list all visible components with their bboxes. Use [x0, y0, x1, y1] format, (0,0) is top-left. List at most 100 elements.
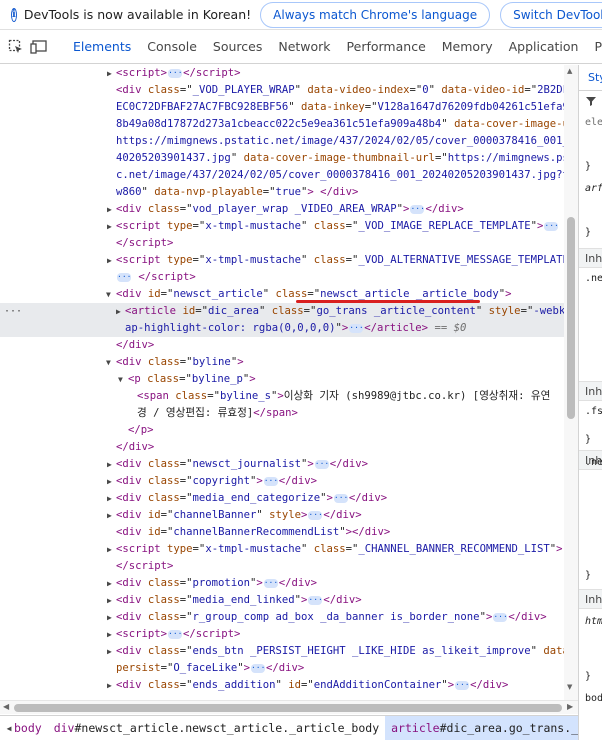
dom-tree-horizontal-scrollbar[interactable]: ◀ ▶	[0, 700, 578, 714]
dom-line: EC0C72DFBAF27AC7FBC928EBF56" data-inkey=…	[116, 101, 578, 113]
dom-line: </div>	[116, 339, 155, 351]
breadcrumb-item-article[interactable]: article#dic_area.go_trans._article_conte…	[385, 716, 578, 740]
dom-node-ends-btn[interactable]: ▶ <div class="ends_btn _PERSIST_HEIGHT _L…	[0, 643, 575, 660]
dom-line: ··· </script>	[117, 271, 196, 283]
style-selector: arf	[585, 183, 602, 194]
style-brace: }	[585, 434, 592, 445]
dom-line: persist="O_faceLike">···</div>	[116, 662, 305, 674]
style-brace: }	[585, 227, 592, 238]
collapsed-content-icon[interactable]: ···	[117, 272, 131, 282]
collapse-triangle-icon[interactable]: ▼	[118, 371, 128, 388]
tab-sources[interactable]: Sources	[205, 30, 270, 63]
dom-line: w860" data-nvp-playable="true"> </div>	[116, 186, 359, 198]
dom-node-vod-player-wrap[interactable]: <div class="_VOD_PLAYER_WRAP" data-video…	[0, 82, 578, 99]
dom-tree-vertical-scrollbar[interactable]: ▲ ▼	[564, 65, 578, 700]
device-toolbar-icon[interactable]	[30, 36, 48, 58]
dom-line: 8b49a08d17872d273a1cbeacc022c5e9ea361c51…	[116, 118, 578, 130]
dom-node-script[interactable]: ▶ <script>···</script>	[0, 65, 564, 82]
dom-node-ends-addition[interactable]: ▶ <div class="ends_addition" id="endAddit…	[0, 677, 564, 694]
scroll-down-arrow-icon[interactable]: ▼	[567, 683, 572, 691]
dom-node-categorize[interactable]: ▶ <div class="media_end_categorize">···</…	[0, 490, 564, 507]
style-selector: htm	[585, 616, 602, 627]
info-icon: i	[11, 7, 17, 22]
dom-node-script-alt-message[interactable]: ▶ <script type="x-tmpl-mustache" class="_…	[0, 252, 578, 269]
horizontal-scroll-thumb[interactable]	[14, 704, 562, 712]
tab-styles[interactable]: Sty	[579, 65, 602, 91]
style-selector: bod	[585, 693, 602, 704]
style-brace: }	[585, 671, 592, 682]
dom-line: ap-highlight-color: rgba(0,0,0,0)">···</…	[0, 320, 564, 337]
scroll-right-arrow-icon[interactable]: ▶	[567, 702, 573, 711]
match-language-button[interactable]: Always match Chrome's language	[260, 1, 491, 28]
infobar-message: DevTools is now available in Korean!	[23, 7, 252, 22]
collapsed-content-icon[interactable]: ···	[455, 680, 470, 690]
collapsed-content-icon[interactable]: ···	[410, 204, 425, 214]
tab-application[interactable]: Application	[501, 30, 587, 63]
collapsed-content-icon[interactable]: ···	[349, 323, 364, 333]
style-selector: .ne	[585, 273, 602, 284]
inherited-header: Inhe	[579, 381, 602, 401]
dom-line: 40205203901437.jpg" data-cover-image-thu…	[116, 152, 578, 164]
dom-node-promotion[interactable]: ▶ <div class="promotion">···</div>	[0, 575, 564, 592]
vertical-scroll-thumb[interactable]	[567, 217, 575, 419]
dom-node-byline[interactable]: ▼ <div class="byline">	[0, 354, 564, 371]
breadcrumb: ◀ body div #newsct_article.newsct_article…	[0, 715, 578, 740]
dom-node-journalist[interactable]: ▶ <div class="newsct_journalist">···</div…	[0, 456, 564, 473]
breadcrumb-item-div[interactable]: div #newsct_article.newsct_article._artic…	[48, 716, 385, 740]
dom-node-byline-p[interactable]: ▼ <p class="byline_p">	[0, 371, 564, 388]
tab-memory[interactable]: Memory	[434, 30, 501, 63]
inherited-header: Inhe	[579, 589, 602, 609]
collapsed-content-icon[interactable]: ···	[493, 612, 508, 622]
collapsed-content-icon[interactable]: ···	[250, 663, 265, 673]
tab-performance[interactable]: Performance	[339, 30, 434, 63]
dom-node-dic-area-selected[interactable]: ··· ▶ <article id="dic_area" class="go_tra…	[0, 303, 578, 320]
dom-node-video-area-wrap[interactable]: ▶ <div class="vod_player_wrap _VIDEO_AREA…	[0, 201, 564, 218]
collapse-triangle-icon[interactable]: ▼	[106, 354, 116, 371]
collapsed-content-icon[interactable]: ···	[168, 68, 183, 78]
language-infobar: i DevTools is now available in Korean! A…	[0, 0, 602, 30]
scroll-left-arrow-icon[interactable]: ◀	[3, 702, 9, 711]
inherited-header: Inhe	[579, 248, 602, 268]
collapsed-content-icon[interactable]: ···	[168, 629, 182, 639]
dom-node-channel-banner[interactable]: ▶ <div id="channelBanner" style>···</div>	[0, 507, 564, 524]
breadcrumb-item-body[interactable]: body	[8, 716, 48, 740]
tab-console[interactable]: Console	[139, 30, 205, 63]
dom-node-script-2[interactable]: ▶ <script>···</script>	[0, 626, 564, 643]
dom-node-newsct-article[interactable]: ▼ <div id="newsct_article" class="newsct_…	[0, 286, 564, 303]
dom-line: </script>	[116, 560, 174, 572]
dom-tree-panel[interactable]: ▶ <script>···</script> <div class="_VOD_P…	[0, 65, 578, 700]
collapsed-content-icon[interactable]: ···	[308, 510, 323, 520]
inspect-element-icon[interactable]	[8, 36, 24, 58]
style-brace: }	[585, 161, 592, 172]
dom-line: https://mimgnews.pstatic.net/image/437/2…	[116, 135, 578, 147]
dom-node-script-image-replace[interactable]: ▶ <script type="x-tmpl-mustache" class="_…	[0, 218, 564, 235]
dom-line: 경 / 영상편집: 류효정]</span>	[137, 407, 298, 419]
dom-node-ad-box[interactable]: ▶ <div class="r_group_comp ad_box _da_ban…	[0, 609, 564, 626]
style-selector: .ne	[585, 457, 602, 468]
styles-pane: Sty ele } arf } Inhe .ne Inhe .fs } Inhe…	[578, 65, 602, 740]
collapsed-content-icon[interactable]: ···	[308, 595, 323, 605]
dom-node-media-end-linked[interactable]: ▶ <div class="media_end_linked">···</div>	[0, 592, 564, 609]
dom-node-script-channel-banner[interactable]: ▶ <script type="x-tmpl-mustache" class="_…	[0, 541, 578, 558]
style-brace: }	[585, 570, 592, 581]
collapsed-content-icon[interactable]: ···	[333, 493, 348, 503]
collapsed-content-icon[interactable]: ···	[263, 476, 278, 486]
switch-language-button[interactable]: Switch DevTools to Korean	[500, 1, 602, 28]
dom-node-channel-banner-recommend[interactable]: <div id="channelBannerRecommendList"></d…	[0, 524, 564, 541]
tab-elements[interactable]: Elements	[65, 30, 140, 63]
dom-line: c.net/image/437/2024/02/05/cover_0000378…	[116, 169, 578, 181]
collapsed-content-icon[interactable]: ···	[544, 221, 559, 231]
dom-node-byline-span[interactable]: <span class="byline_s">이상화 기자 (sh9989@jt…	[0, 388, 564, 405]
collapsed-content-icon[interactable]: ···	[314, 459, 329, 469]
more-options-icon[interactable]: ···	[4, 303, 22, 320]
tab-privacy[interactable]: Privacy	[586, 30, 602, 63]
filter-icon[interactable]	[585, 95, 597, 110]
style-selector: ele	[585, 117, 602, 128]
dom-node-copyright[interactable]: ▶ <div class="copyright">···</div>	[0, 473, 564, 490]
collapse-triangle-icon[interactable]: ▼	[106, 286, 116, 303]
dom-line: </div>	[116, 441, 155, 453]
collapsed-content-icon[interactable]: ···	[263, 578, 278, 588]
scroll-up-arrow-icon[interactable]: ▲	[567, 67, 572, 75]
dom-line: </p>	[128, 424, 154, 436]
tab-network[interactable]: Network	[270, 30, 338, 63]
